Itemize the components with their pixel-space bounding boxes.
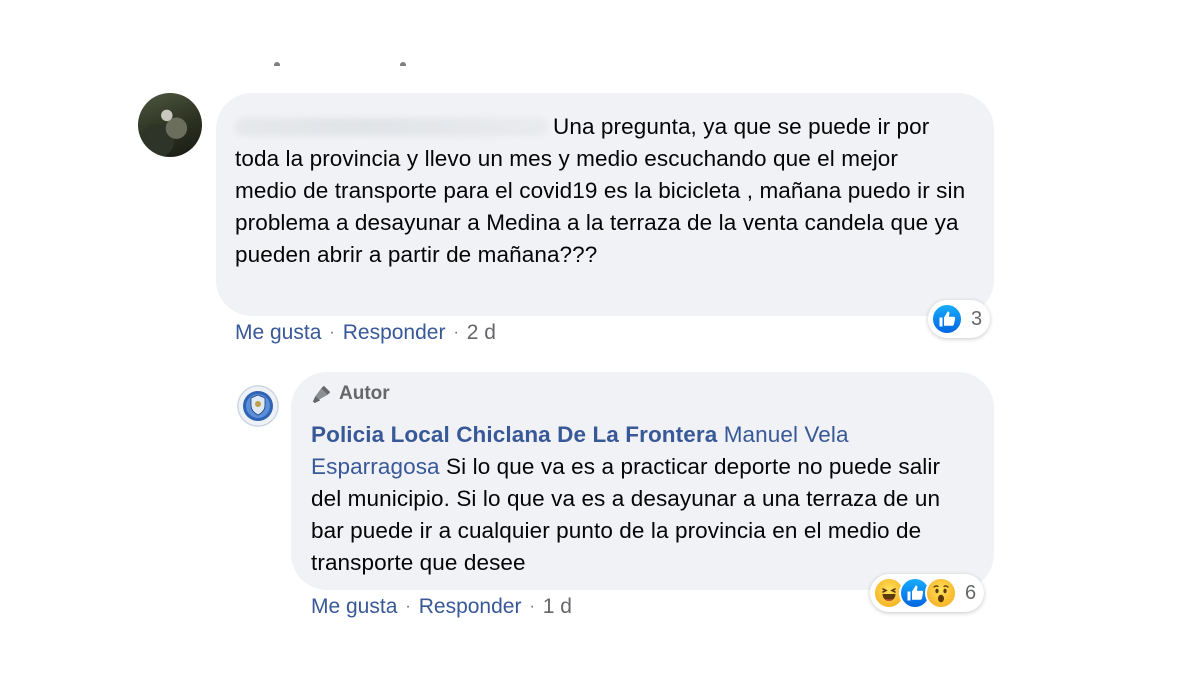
separator: · xyxy=(405,598,411,615)
reaction-count: 6 xyxy=(965,581,977,604)
like-button[interactable]: Me gusta xyxy=(311,595,397,619)
reply-timestamp[interactable]: 1 d xyxy=(543,595,572,619)
separator: · xyxy=(529,598,535,615)
comment-text-block: Una pregunta, ya que se puede ir por tod… xyxy=(235,111,966,271)
page-avatar[interactable] xyxy=(237,385,279,427)
comment-bubble: Una pregunta, ya que se puede ir por tod… xyxy=(216,93,994,316)
reaction-count: 3 xyxy=(971,307,983,330)
like-icon xyxy=(931,303,963,335)
reply-text-block: Policia Local Chiclana De La Frontera Ma… xyxy=(311,419,964,579)
separator: · xyxy=(453,324,459,341)
clipped-previous-text xyxy=(268,52,418,66)
separator: · xyxy=(329,324,335,341)
author-name[interactable]: Policia Local Chiclana De La Frontera xyxy=(311,422,717,447)
like-button[interactable]: Me gusta xyxy=(235,321,321,345)
avatar[interactable] xyxy=(138,93,202,157)
police-badge-icon xyxy=(237,385,279,427)
wow-icon xyxy=(925,577,957,609)
reply-actions: Me gusta · Responder · 1 d xyxy=(311,595,572,619)
redacted-commenter-name[interactable] xyxy=(235,118,547,136)
reactions-summary[interactable]: 6 xyxy=(870,574,985,612)
microphone-icon xyxy=(312,385,331,404)
reactions-summary[interactable]: 3 xyxy=(928,300,991,338)
comment-text: Una pregunta, ya que se puede ir por tod… xyxy=(235,114,966,267)
reply-button[interactable]: Responder xyxy=(343,321,446,345)
comment-timestamp[interactable]: 2 d xyxy=(467,321,496,345)
comment-actions: Me gusta · Responder · 2 d xyxy=(235,321,496,345)
author-badge-label: Autor xyxy=(339,383,390,404)
author-badge: Autor xyxy=(311,381,964,407)
reply-button[interactable]: Responder xyxy=(419,595,522,619)
reply-bubble: Autor Policia Local Chiclana De La Front… xyxy=(291,372,994,590)
